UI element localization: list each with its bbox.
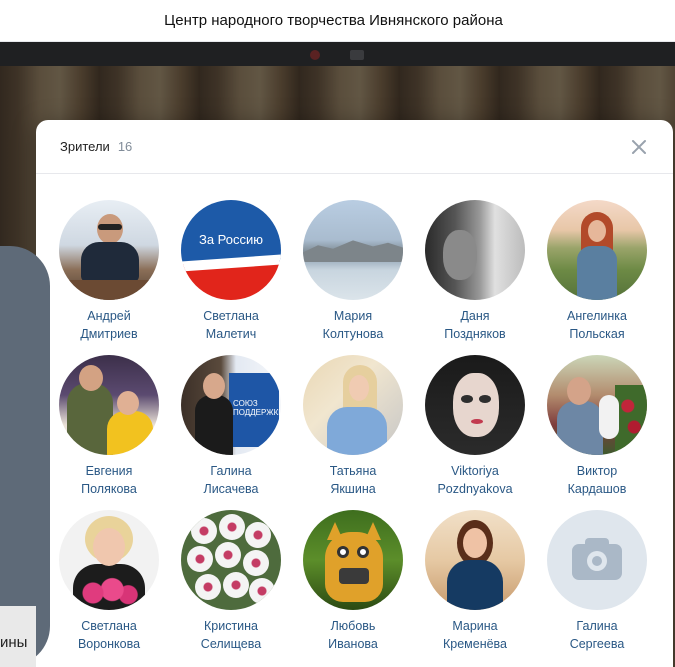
- viewer-name[interactable]: Кристина Селищева: [170, 617, 292, 653]
- close-button[interactable]: [629, 137, 649, 157]
- viewer-card[interactable]: СОЮЗ ПОДДЕРЖКИ Галина Лисачева: [170, 355, 292, 498]
- viewer-name[interactable]: Виктор Кардашов: [536, 462, 658, 498]
- viewer-card[interactable]: За Россию Светлана Малетич: [170, 200, 292, 343]
- viewer-card[interactable]: Светлана Воронкова: [48, 510, 170, 653]
- close-icon: [632, 140, 646, 154]
- viewer-card[interactable]: Кристина Селищева: [170, 510, 292, 653]
- avatar[interactable]: [547, 200, 647, 300]
- avatar-caption: За Россию: [198, 232, 264, 247]
- avatar[interactable]: [303, 200, 403, 300]
- viewer-name[interactable]: Светлана Воронкова: [48, 617, 170, 653]
- avatar[interactable]: [181, 510, 281, 610]
- viewer-card[interactable]: Галина Сергеева: [536, 510, 658, 653]
- avatar[interactable]: [425, 355, 525, 455]
- avatar[interactable]: [425, 200, 525, 300]
- top-header: Центр народного творчества Ивнянского ра…: [0, 0, 675, 42]
- viewer-name[interactable]: Марина Кременёва: [414, 617, 536, 653]
- viewer-card[interactable]: Любовь Иванова: [292, 510, 414, 653]
- viewer-card[interactable]: Ангелинка Польская: [536, 200, 658, 343]
- viewers-count: 16: [117, 139, 133, 154]
- avatar[interactable]: [59, 355, 159, 455]
- viewer-name[interactable]: Светлана Малетич: [170, 307, 292, 343]
- avatar[interactable]: СОЮЗ ПОДДЕРЖКИ: [181, 355, 281, 455]
- viewer-name[interactable]: Галина Сергеева: [536, 617, 658, 653]
- viewer-card[interactable]: Андрей Дмитриев: [48, 200, 170, 343]
- modal-title: Зрители: [60, 139, 110, 154]
- avatar[interactable]: [303, 355, 403, 455]
- viewer-card[interactable]: Татьяна Якшина: [292, 355, 414, 498]
- background-person: [0, 246, 50, 666]
- viewer-name[interactable]: Мария Колтунова: [292, 307, 414, 343]
- avatar-caption: СОЮЗ ПОДДЕРЖКИ: [233, 399, 281, 417]
- viewer-name[interactable]: Евгения Полякова: [48, 462, 170, 498]
- viewer-card[interactable]: Viktoriya Pozdnyakova: [414, 355, 536, 498]
- viewer-name[interactable]: Даня Поздняков: [414, 307, 536, 343]
- avatar[interactable]: [59, 510, 159, 610]
- avatar[interactable]: [303, 510, 403, 610]
- viewer-name[interactable]: Viktoriya Pozdnyakova: [414, 462, 536, 498]
- viewer-card[interactable]: Виктор Кардашов: [536, 355, 658, 498]
- page-title: Центр народного творчества Ивнянского ра…: [164, 12, 503, 29]
- viewer-name[interactable]: Андрей Дмитриев: [48, 307, 170, 343]
- viewer-name[interactable]: Галина Лисачева: [170, 462, 292, 498]
- viewer-card[interactable]: Мария Колтунова: [292, 200, 414, 343]
- notification-dot-icon: [310, 50, 320, 60]
- viewers-modal: Зрители 16 Андрей Дмитриев За Россию Свет…: [36, 120, 673, 667]
- viewer-card[interactable]: Марина Кременёва: [414, 510, 536, 653]
- avatar[interactable]: [59, 200, 159, 300]
- modal-header: Зрители 16: [36, 120, 673, 174]
- avatar[interactable]: [547, 510, 647, 610]
- message-icon: [350, 50, 364, 60]
- viewer-card[interactable]: Даня Поздняков: [414, 200, 536, 343]
- viewer-card[interactable]: Евгения Полякова: [48, 355, 170, 498]
- avatar[interactable]: [425, 510, 525, 610]
- viewer-name[interactable]: Татьяна Якшина: [292, 462, 414, 498]
- background-text: ины: [0, 634, 28, 651]
- viewer-name[interactable]: Ангелинка Польская: [536, 307, 658, 343]
- viewer-name[interactable]: Любовь Иванова: [292, 617, 414, 653]
- avatar[interactable]: [547, 355, 647, 455]
- avatar[interactable]: За Россию: [181, 200, 281, 300]
- toolbar-strip: [0, 42, 675, 66]
